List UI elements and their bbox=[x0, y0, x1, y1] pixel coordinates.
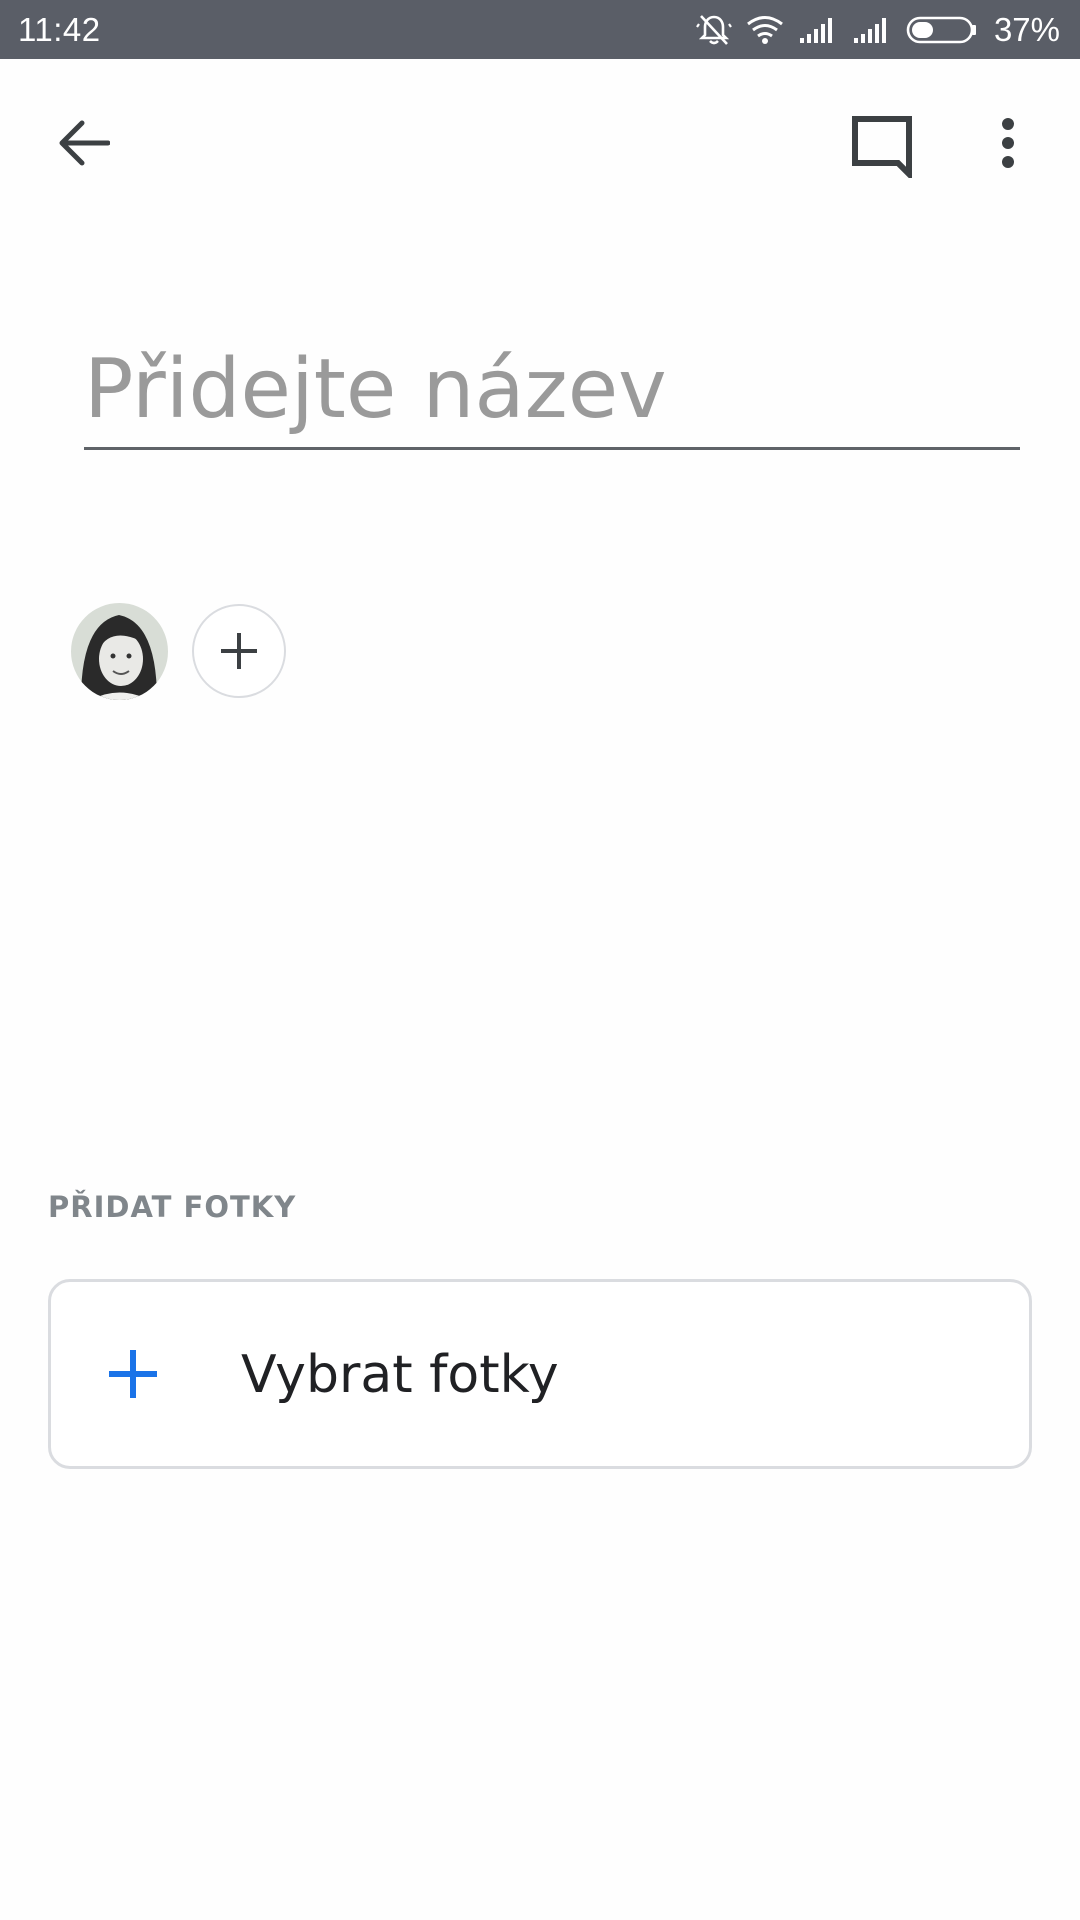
back-button[interactable] bbox=[44, 108, 124, 178]
battery-icon bbox=[906, 15, 978, 45]
comment-icon bbox=[852, 116, 912, 178]
notifications-muted-icon bbox=[696, 12, 732, 48]
user-avatar[interactable] bbox=[71, 603, 168, 700]
back-arrow-icon bbox=[59, 120, 110, 166]
status-icons: 37% bbox=[696, 8, 1060, 52]
more-options-button[interactable] bbox=[978, 108, 1038, 178]
plus-icon bbox=[109, 1350, 157, 1398]
select-photos-button[interactable]: Vybrat fotky bbox=[48, 1279, 1032, 1469]
signal-icon bbox=[798, 16, 838, 44]
signal-icon bbox=[852, 16, 892, 44]
status-time: 11:42 bbox=[18, 11, 101, 48]
comment-button[interactable] bbox=[842, 106, 922, 186]
wifi-icon bbox=[746, 15, 784, 45]
select-photos-label: Vybrat fotky bbox=[241, 1345, 559, 1405]
more-vert-icon bbox=[1002, 118, 1014, 168]
album-editor-screen: 11:42 37% Přidejte název PŘIDAT FOTKY Vy… bbox=[0, 0, 1080, 1920]
status-bar: 11:42 37% bbox=[0, 0, 1080, 59]
battery-percent: 37% bbox=[993, 11, 1060, 48]
album-title-input[interactable] bbox=[84, 340, 1020, 450]
avatar-image bbox=[71, 603, 168, 700]
plus-icon bbox=[221, 633, 257, 669]
add-photos-section-label: PŘIDAT FOTKY bbox=[48, 1190, 297, 1224]
add-person-button[interactable] bbox=[192, 604, 286, 698]
